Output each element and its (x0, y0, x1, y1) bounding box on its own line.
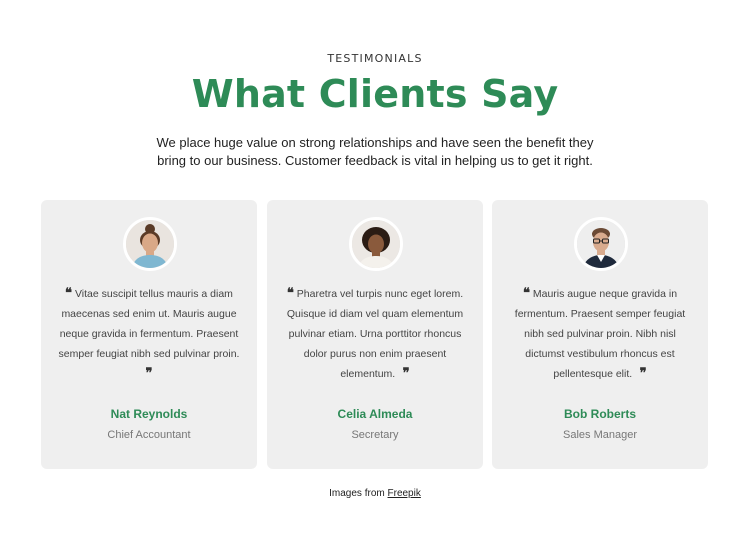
open-quote-icon: ❝ (286, 286, 294, 301)
section-eyebrow: TESTIMONIALS (327, 52, 423, 65)
quote-text: Vitae suscipit tellus mauris a diam maec… (58, 288, 240, 360)
client-name: Celia Almeda (337, 407, 413, 421)
client-role: Secretary (351, 429, 399, 441)
client-name: Nat Reynolds (110, 407, 188, 421)
page-title: What Clients Say (191, 72, 559, 116)
freepik-link[interactable]: Freepik (388, 488, 421, 499)
avatar (574, 217, 628, 271)
woman-avatar-icon (126, 220, 174, 268)
open-quote-icon: ❝ (522, 286, 530, 301)
open-quote-icon: ❝ (65, 286, 73, 301)
testimonial-card: ❝ Pharetra vel turpis nunc eget lorem. Q… (267, 200, 483, 469)
client-role: Sales Manager (563, 429, 637, 441)
close-quote-icon: ❞ (145, 366, 153, 381)
testimonial-quote: ❝ Vitae suscipit tellus mauris a diam ma… (55, 284, 243, 384)
avatar (123, 217, 177, 271)
intro-text: We place huge value on strong relationsh… (156, 135, 594, 168)
client-name: Bob Roberts (564, 407, 636, 421)
image-credit: Images from Freepik (0, 488, 750, 499)
man-glasses-avatar-icon (577, 220, 625, 268)
quote-text: Pharetra vel turpis nunc eget lorem. Qui… (286, 288, 464, 380)
quote-text: Mauris augue neque gravida in fermentum.… (514, 288, 686, 380)
close-quote-icon: ❞ (398, 366, 410, 381)
woman-curly-avatar-icon (352, 220, 400, 268)
testimonial-card: ❝ Mauris augue neque gravida in fermentu… (492, 200, 708, 469)
avatar (349, 217, 403, 271)
close-quote-icon: ❞ (635, 366, 647, 381)
testimonial-quote: ❝ Pharetra vel turpis nunc eget lorem. Q… (281, 284, 469, 384)
testimonial-card: ❝ Vitae suscipit tellus mauris a diam ma… (41, 200, 257, 469)
testimonial-quote: ❝ Mauris augue neque gravida in fermentu… (506, 284, 694, 384)
client-role: Chief Accountant (107, 429, 191, 441)
credit-prefix: Images from (329, 488, 385, 499)
